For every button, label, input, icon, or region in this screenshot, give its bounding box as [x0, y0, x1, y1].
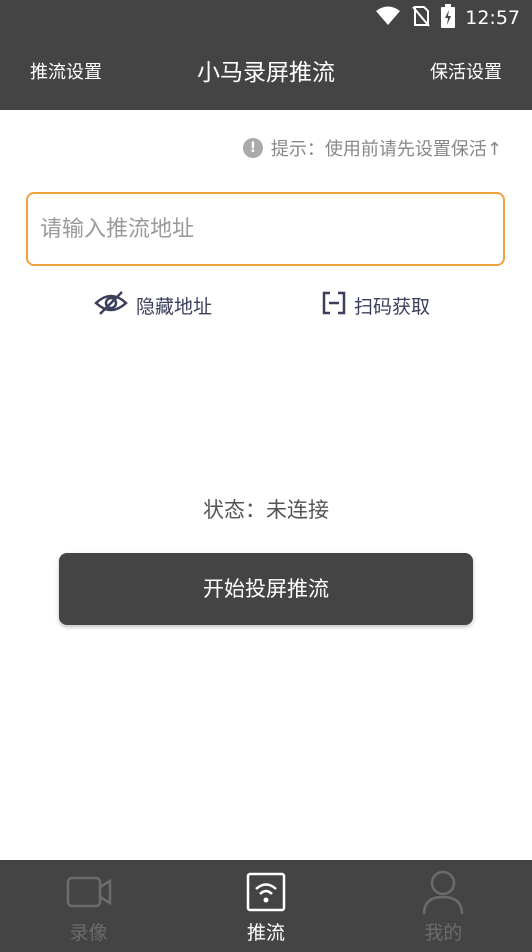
stream-settings-button[interactable]: 推流设置 — [30, 36, 102, 110]
tab-record[interactable]: 录像 — [0, 860, 177, 952]
scan-qr-button[interactable]: 扫码获取 — [322, 288, 430, 322]
person-icon — [421, 870, 465, 915]
stream-url-input[interactable] — [26, 192, 505, 266]
eye-off-icon — [94, 290, 128, 321]
no-sim-icon — [411, 5, 431, 31]
hide-address-label: 隐藏地址 — [136, 295, 213, 318]
start-stream-button[interactable]: 开始投屏推流 — [59, 553, 473, 625]
wifi-broadcast-icon — [246, 870, 286, 914]
connection-status: 状态：未连接 — [203, 498, 329, 522]
scan-icon — [322, 291, 346, 320]
app-bar: 推流设置 小马录屏推流 保活设置 — [0, 36, 532, 110]
tab-mine[interactable]: 我的 — [355, 860, 532, 952]
status-icons: 12:57 — [375, 4, 520, 32]
hint-text: 提示：使用前请先设置保活↑ — [270, 139, 502, 160]
video-camera-icon — [66, 870, 112, 914]
tab-stream[interactable]: 推流 — [177, 860, 354, 952]
battery-charging-icon — [441, 4, 456, 32]
info-icon: ! — [242, 138, 263, 158]
hide-address-button[interactable]: 隐藏地址 — [94, 288, 212, 322]
bottom-tab-bar: 录像 推流 我的 — [0, 860, 532, 952]
tab-stream-label: 推流 — [246, 922, 285, 944]
scan-get-label: 扫码获取 — [354, 295, 431, 318]
status-time: 12:57 — [465, 7, 520, 29]
keepalive-settings-button[interactable]: 保活设置 — [430, 36, 502, 110]
keepalive-hint: ! 提示：使用前请先设置保活↑ — [242, 134, 502, 162]
tab-mine-label: 我的 — [424, 922, 463, 944]
status-bar: 12:57 — [0, 0, 532, 36]
tab-record-label: 录像 — [69, 922, 108, 944]
wifi-icon — [375, 6, 401, 30]
